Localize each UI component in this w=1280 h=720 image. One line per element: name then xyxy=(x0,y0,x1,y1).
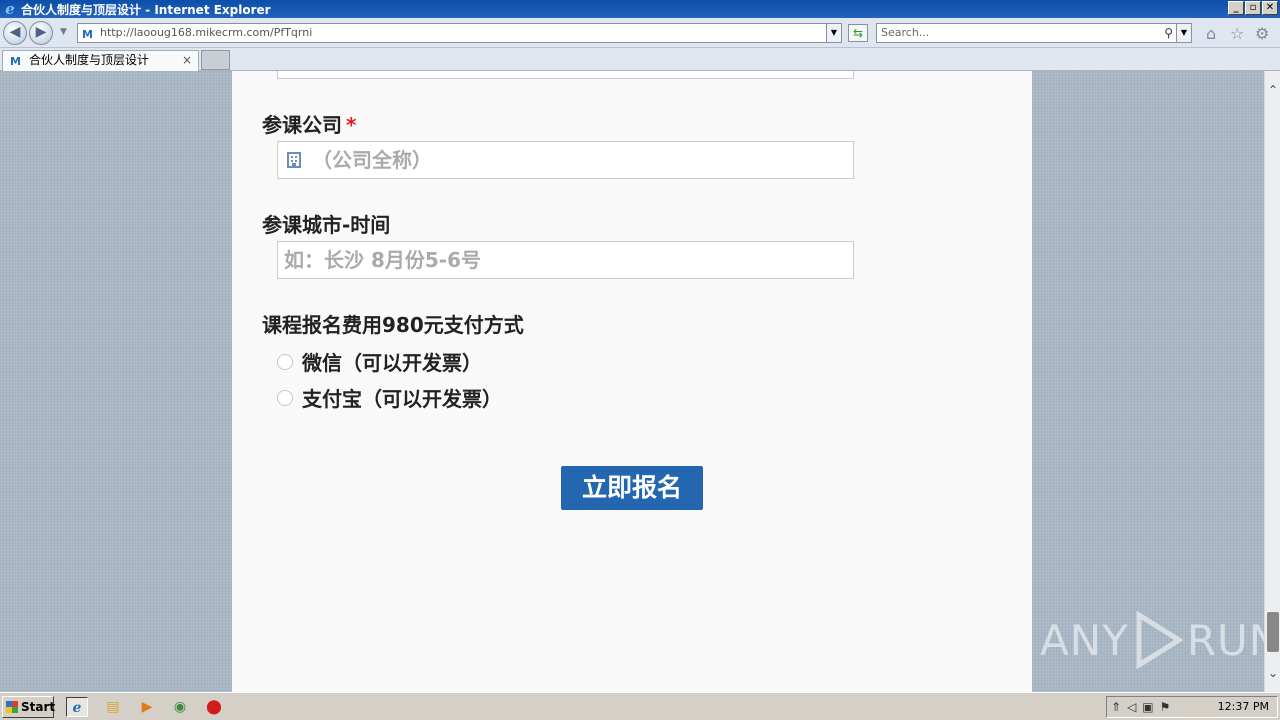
site-favicon-icon: M xyxy=(82,28,93,41)
recent-pages-dropdown[interactable]: ▼ xyxy=(60,27,67,37)
explorer-folder-icon[interactable]: ▤ xyxy=(102,697,124,717)
forward-icon: ▶ xyxy=(35,24,47,40)
search-icon[interactable]: ⚲ xyxy=(1164,24,1173,42)
watermark-text-right: RUN xyxy=(1186,615,1264,665)
back-button[interactable]: ◀ xyxy=(3,21,27,45)
new-tab-button[interactable] xyxy=(201,50,230,70)
start-label[interactable]: Start xyxy=(21,700,55,714)
favorites-star-icon[interactable]: ☆ xyxy=(1230,24,1244,43)
play-logo-icon xyxy=(1136,611,1183,669)
page-viewport: 参课公司 * （公司全称） 参课城市-时间 如：长沙 8月份5-6号 课程报名费用… xyxy=(0,71,1264,692)
anyrun-watermark: ANY RUN xyxy=(1040,611,1264,669)
submit-button[interactable]: 立即报名 xyxy=(561,466,703,510)
company-placeholder: （公司全称） xyxy=(312,148,432,172)
previous-field-input[interactable] xyxy=(277,71,854,79)
chrome-icon[interactable]: ◉ xyxy=(169,697,191,717)
home-icon[interactable]: ⌂ xyxy=(1206,24,1216,43)
search-box[interactable]: Search... ⚲ ▼ xyxy=(876,23,1192,43)
tab-favicon-icon: M xyxy=(10,55,21,68)
city-time-label: 参课城市-时间 xyxy=(262,213,391,237)
payment-label: 课程报名费用980元支付方式 xyxy=(262,313,524,337)
refresh-button[interactable]: ⇆ xyxy=(848,24,868,42)
search-provider-dropdown[interactable]: ▼ xyxy=(1176,24,1191,42)
company-input[interactable]: （公司全称） xyxy=(277,141,854,179)
forward-button[interactable]: ▶ xyxy=(29,21,53,45)
window-title: 合伙人制度与顶层设计 - Internet Explorer xyxy=(21,2,271,17)
scrollbar-thumb[interactable] xyxy=(1267,612,1279,652)
windows-logo-icon xyxy=(6,701,18,713)
address-url[interactable]: http://laooug168.mikecrm.com/PfTqrni xyxy=(100,26,312,39)
stop-app-icon[interactable]: ⬤ xyxy=(203,697,225,717)
address-dropdown-button[interactable]: ▼ xyxy=(826,24,841,42)
radio-button[interactable] xyxy=(277,389,293,406)
show-hidden-icons-icon[interactable]: ⇑ xyxy=(1111,700,1127,714)
scroll-up-icon[interactable]: ⌃ xyxy=(1268,83,1278,97)
payment-option-label[interactable]: 支付宝（可以开发票） xyxy=(302,383,502,412)
window-title-bar: e 合伙人制度与顶层设计 - Internet Explorer _ ▫ ✕ xyxy=(0,0,1280,18)
network-icon[interactable]: ▣ xyxy=(1142,700,1159,714)
refresh-icon: ⇆ xyxy=(852,26,864,40)
restore-button[interactable]: ▫ xyxy=(1245,1,1261,15)
payment-option-alipay[interactable]: 支付宝（可以开发票） xyxy=(277,383,502,412)
volume-icon[interactable]: ◁ xyxy=(1127,700,1142,714)
internet-explorer-icon: e xyxy=(5,0,15,18)
back-icon: ◀ xyxy=(9,24,21,40)
tab-active[interactable]: M 合伙人制度与顶层设计 × xyxy=(2,50,199,71)
tray-icons[interactable]: ⇑◁▣⚑ xyxy=(1111,697,1176,717)
payment-option-wechat[interactable]: 微信（可以开发票） xyxy=(277,347,482,376)
clock[interactable]: 12:37 PM xyxy=(1218,697,1269,717)
settings-gear-icon[interactable]: ⚙ xyxy=(1255,24,1269,43)
action-center-flag-icon[interactable]: ⚑ xyxy=(1160,700,1177,714)
taskbar: Start e ▤ ▶ ◉ ⬤ ⇑◁▣⚑ 12:37 PM xyxy=(0,692,1280,720)
form-card: 参课公司 * （公司全称） 参课城市-时间 如：长沙 8月份5-6号 课程报名费用… xyxy=(232,71,1032,692)
company-label: 参课公司 * xyxy=(262,109,356,138)
required-mark: * xyxy=(346,113,357,137)
navigation-bar: ◀ ▶ ▼ M http://laooug168.mikecrm.com/PfT… xyxy=(0,18,1280,48)
system-tray: ⇑◁▣⚑ 12:37 PM xyxy=(1106,696,1278,718)
minimize-button[interactable]: _ xyxy=(1228,1,1244,15)
search-input[interactable]: Search... xyxy=(881,26,929,39)
media-player-icon[interactable]: ▶ xyxy=(136,697,158,717)
payment-option-label[interactable]: 微信（可以开发票） xyxy=(302,347,482,376)
company-label-text: 参课公司 xyxy=(262,113,342,137)
scroll-down-icon[interactable]: ⌄ xyxy=(1268,666,1278,680)
internet-explorer-taskbar-icon[interactable]: e xyxy=(66,697,88,717)
start-button[interactable]: Start xyxy=(2,696,55,718)
city-time-input[interactable]: 如：长沙 8月份5-6号 xyxy=(277,241,854,279)
address-bar[interactable]: M http://laooug168.mikecrm.com/PfTqrni ▼ xyxy=(77,23,842,43)
close-window-button[interactable]: ✕ xyxy=(1262,1,1278,15)
tab-label[interactable]: 合伙人制度与顶层设计 xyxy=(29,53,149,67)
tab-close-icon[interactable]: × xyxy=(182,51,192,70)
tab-bar: M 合伙人制度与顶层设计 × xyxy=(0,48,1280,71)
radio-button[interactable] xyxy=(277,353,293,370)
city-time-placeholder: 如：长沙 8月份5-6号 xyxy=(284,248,482,272)
watermark-text-left: ANY xyxy=(1040,615,1129,665)
vertical-scrollbar[interactable]: ⌃ ⌄ xyxy=(1264,71,1280,692)
building-icon xyxy=(287,152,301,168)
